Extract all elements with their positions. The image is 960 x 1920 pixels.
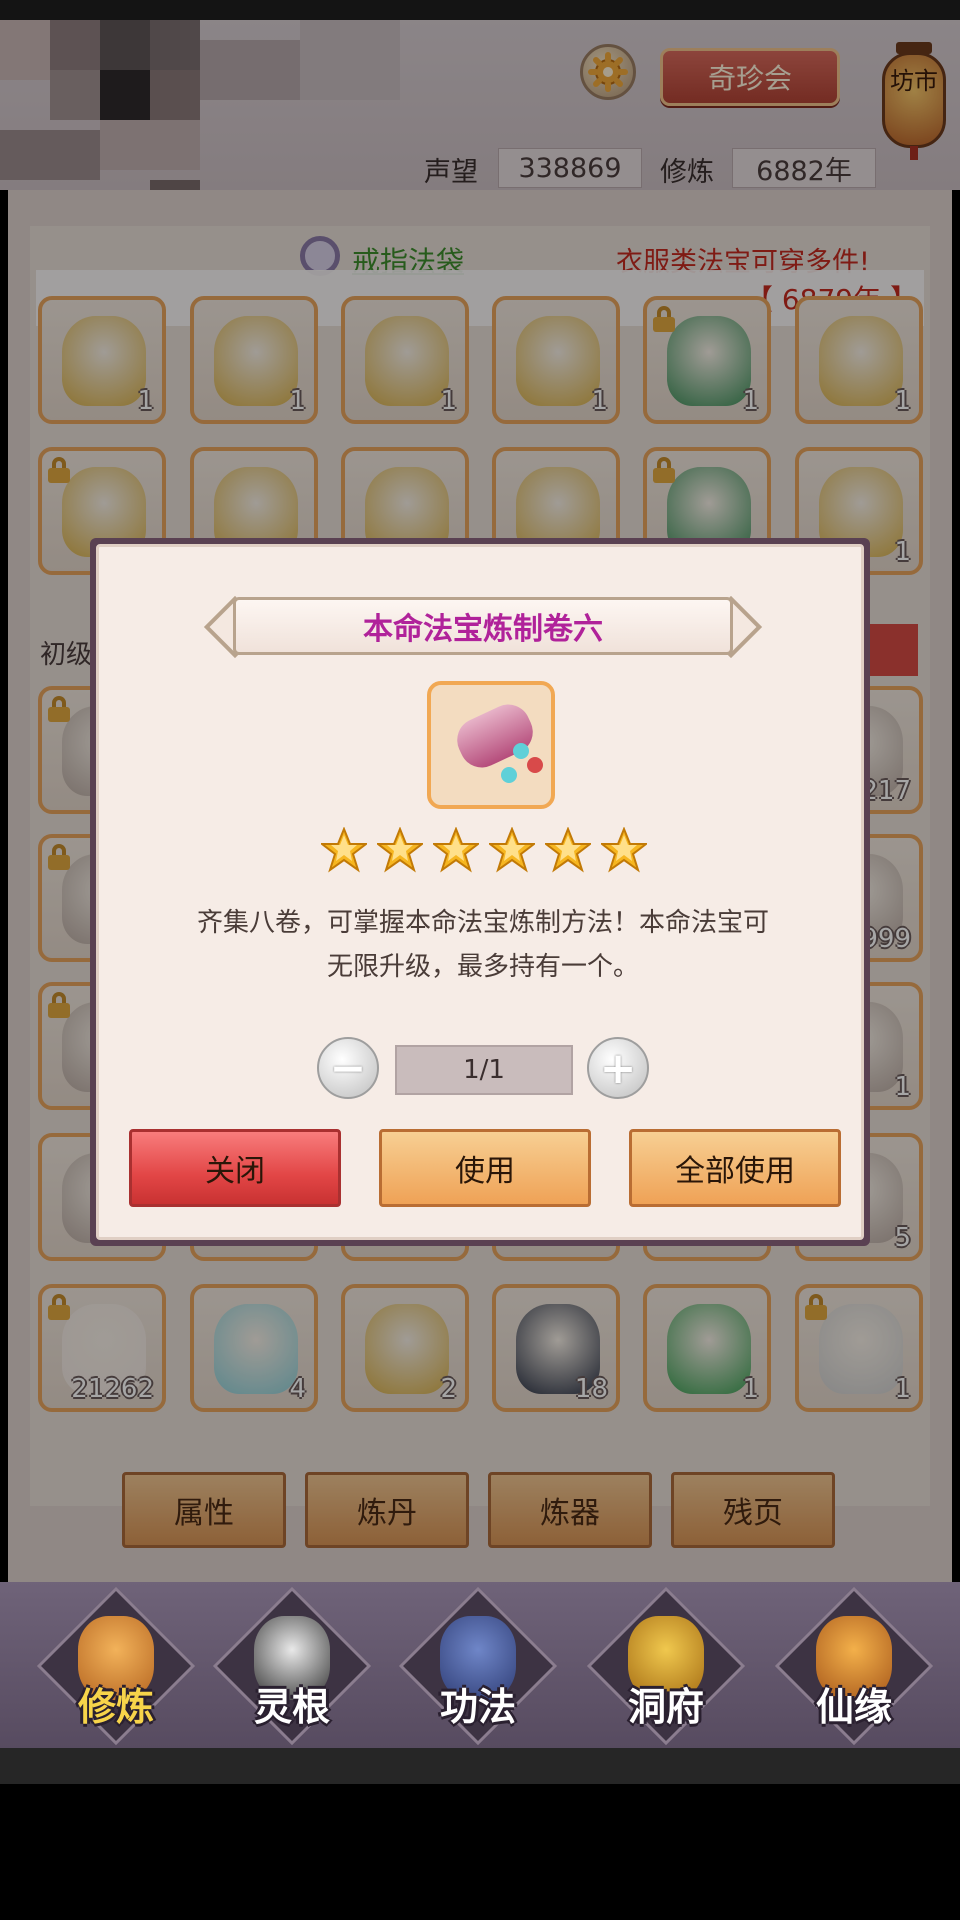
star-icon: [377, 827, 423, 873]
app-root: 奇珍会 坊市 声望 338869 修炼 6882年 戒指法袋 衣服类法宝可穿多件…: [0, 0, 960, 1920]
star-icon: [545, 827, 591, 873]
nav-label: 仙缘: [815, 1685, 892, 1729]
gray-strip: [0, 1748, 960, 1784]
nav-techniques[interactable]: 功法: [398, 1586, 558, 1746]
decrease-button[interactable]: −: [317, 1037, 379, 1099]
star-icon: [433, 827, 479, 873]
star-icon: [489, 827, 535, 873]
quantity-display: 1/1: [395, 1045, 573, 1095]
dialog-title: 本命法宝炼制卷六: [233, 597, 733, 655]
description-line: 齐集八卷，可掌握本命法宝炼制方法！本命法宝可: [196, 908, 769, 938]
dialog-body: 本命法宝炼制卷六 齐集八卷，可掌握本命法宝炼制方法！本命法宝可 无限升级，最多持…: [96, 544, 864, 1240]
star-icon: [321, 827, 367, 873]
scroll-item-frame: [427, 681, 555, 809]
nav-destiny[interactable]: 仙缘: [774, 1586, 934, 1746]
nav-cultivation[interactable]: 修炼: [36, 1586, 196, 1746]
nav-label: 功法: [439, 1685, 516, 1729]
close-button[interactable]: 关闭: [129, 1129, 341, 1207]
nav-spirit-root[interactable]: 灵根: [212, 1586, 372, 1746]
use-button[interactable]: 使用: [379, 1129, 591, 1207]
status-bar: [0, 0, 960, 20]
nav-label: 修炼: [77, 1685, 154, 1729]
use-all-button[interactable]: 全部使用: [629, 1129, 841, 1207]
description-line: 无限升级，最多持有一个。: [326, 952, 639, 982]
item-description: 齐集八卷，可掌握本命法宝炼制方法！本命法宝可 无限升级，最多持有一个。: [129, 901, 837, 989]
star-icon: [601, 827, 647, 873]
star-rating: [321, 827, 661, 877]
increase-button[interactable]: +: [587, 1037, 649, 1099]
item-detail-dialog: 本命法宝炼制卷六 齐集八卷，可掌握本命法宝炼制方法！本命法宝可 无限升级，最多持…: [90, 538, 870, 1246]
nav-cave[interactable]: 洞府: [586, 1586, 746, 1746]
nav-label: 灵根: [253, 1685, 330, 1729]
nav-label: 洞府: [627, 1685, 704, 1729]
